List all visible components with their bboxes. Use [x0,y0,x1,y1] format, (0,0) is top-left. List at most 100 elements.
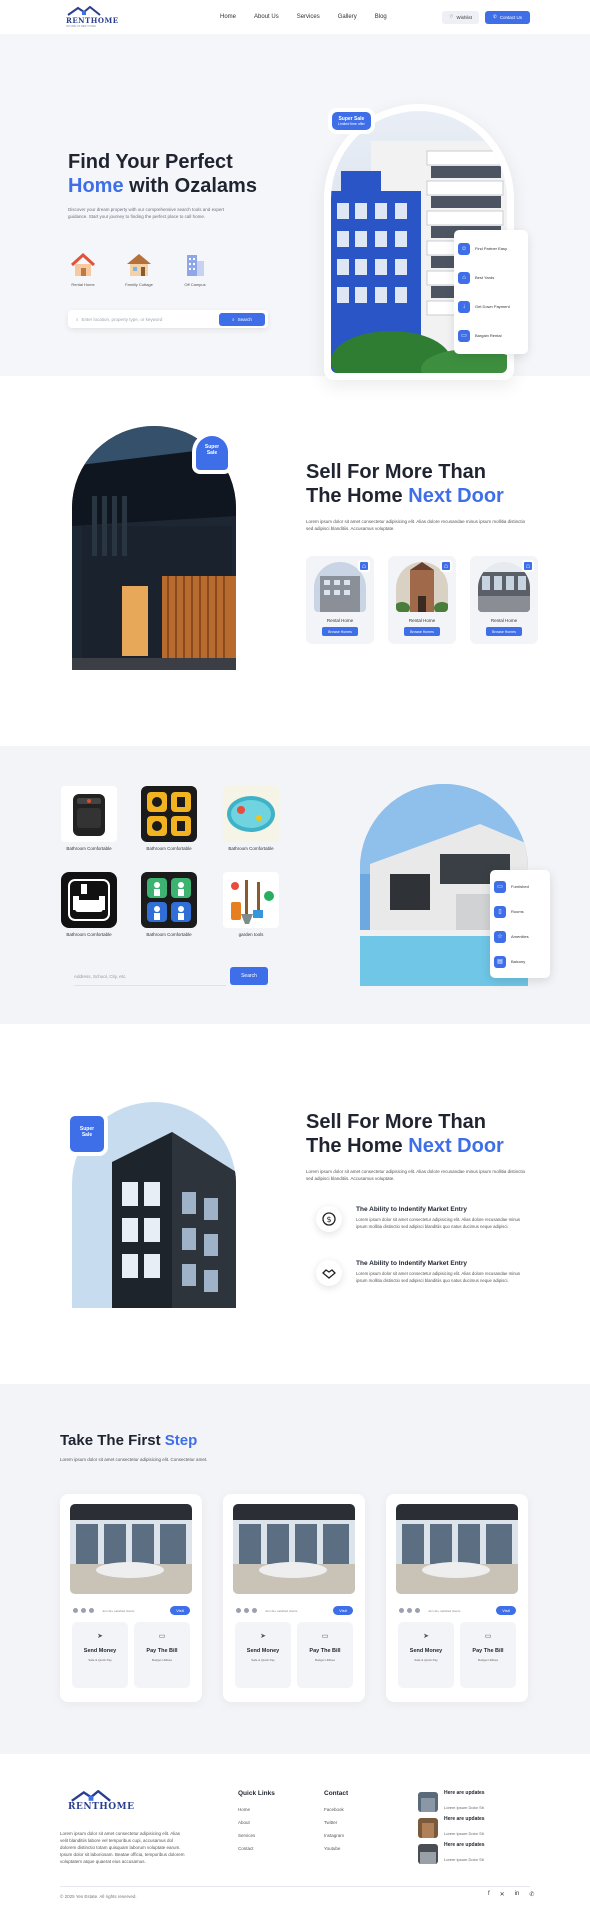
footer-link-instagram[interactable]: Instagram [324,1833,348,1838]
update-subtitle: Lorem Ipsum Dolor Sit [444,1805,484,1810]
filter-item[interactable]: ▭ Furnished [494,874,546,899]
pay-bill-box[interactable]: ▭ Pay The Bill Budget Utilities [297,1622,353,1688]
feature-item[interactable]: ▭ Bargain Rental [458,321,524,350]
hero-section: Find Your Perfect Home with Ozalams Disco… [0,34,590,380]
filter-item[interactable]: ▯ Rooms [494,899,546,924]
avatar [88,1607,95,1614]
logo[interactable]: RENTHOME NATURE OF RENT HOME [66,6,136,28]
tag-title: Super Sale [204,444,220,456]
send-icon: ➤ [97,1633,103,1640]
update-item[interactable]: Here are updates Lorem Ipsum Dolor Sit [418,1790,485,1814]
hero-description: Discover your dream property with our co… [68,207,225,219]
steps-title: Take The First Step [60,1432,198,1449]
feature-item[interactable]: ↓ Get Down Payment [458,292,524,321]
appliance-grid-icon [141,786,197,842]
feature-block: The Ability to Indentify Market Entry Lor… [316,1260,526,1286]
amenity-item[interactable]: Bathroom Comfortable [140,872,198,937]
address-search-button[interactable]: Search [230,967,268,985]
contact-title: Contact [324,1790,349,1797]
nav-gallery[interactable]: Gallery [338,14,357,20]
hero-search-bar: ⌕ Enter location, property type, or keywo… [68,310,268,328]
update-item[interactable]: Here are updates Lorem Ipsum Dolor Sit [418,1842,485,1866]
amenity-item[interactable]: garden tools [222,872,280,937]
category-off-campus[interactable]: Off Campus [178,252,212,287]
avatar [251,1607,258,1614]
send-money-box[interactable]: ➤ Send Money Safe & Quick Pay [235,1622,291,1688]
footer-link-youtube[interactable]: Youtube [324,1846,348,1851]
footer-link-twitter[interactable]: Twitter [324,1820,348,1825]
visit-label: Visit [176,1608,184,1613]
footer-link-services[interactable]: Services [238,1833,275,1838]
feature-item[interactable]: ⌂ Best Yards [458,263,524,292]
amenity-item[interactable]: Bathroom Comfortable [222,786,280,851]
copyright: © 2025 Yes Estate. All rights reserved. [60,1894,137,1899]
footer-logo[interactable]: RENTHOME [68,1790,138,1812]
category-rental-home[interactable]: Rental Home [66,252,100,287]
logo-subtext: NATURE OF RENT HOME [66,25,96,28]
filter-label: Amenities [511,934,529,939]
search-placeholder: Enter location, property type, or keywor… [81,316,163,322]
pay-bill-box[interactable]: ▭ Pay The Bill Budget Utilities [460,1622,516,1688]
filter-item[interactable]: ▤ Balcony [494,949,546,974]
pay-bill-box[interactable]: ▭ Pay The Bill Budget Utilities [134,1622,190,1688]
box-subtitle: Budget Utilities [477,1658,498,1662]
browse-label: Browse Homes [492,629,516,634]
furniture-icon [61,872,117,928]
amenity-label: Bathroom Comfortable [146,932,192,937]
rental-card[interactable]: ⌂ Rental Home Browse Homes [306,556,374,644]
home-icon: ⌂ [358,560,370,572]
footer-logo-text: RENTHOME [68,1802,135,1812]
visit-button[interactable]: Visit [333,1606,353,1615]
amenity-label: Bathroom Comfortable [66,932,112,937]
step-card: Join 2k+ satisfied clients Visit ➤ Send Mo… [60,1494,202,1702]
feature-text: Lorem ipsum dolor sit amet consectetur a… [356,1217,521,1229]
amenity-item[interactable]: Bathroom Comfortable [60,786,118,851]
address-input[interactable]: Address, School, City, etc. [74,968,226,986]
nav-services[interactable]: Services [297,14,320,20]
search-button[interactable]: ⌕ Search [219,312,265,326]
search-input[interactable]: ⌕ Enter location, property type, or keywo… [76,317,219,322]
update-item[interactable]: Here are updates Lorem Ipsum Dolor Sit [418,1816,485,1840]
amenity-item[interactable]: Bathroom Comfortable [60,872,118,937]
footer-link-facebook[interactable]: Facebook [324,1807,348,1812]
nav-about[interactable]: About Us [254,14,279,20]
amenity-label: Bathroom Comfortable [66,846,112,851]
category-family-cottage[interactable]: Familiy Cottage [122,252,156,287]
visit-button[interactable]: Visit [170,1606,190,1615]
visit-button[interactable]: Visit [496,1606,516,1615]
super-sale-tag-3: Super Sale [70,1116,104,1152]
feature-item[interactable]: ☺ Find Partner Easy [458,234,524,263]
update-title: Here are updates [444,1816,485,1822]
contact-button[interactable]: ✆ Contact Us [484,10,530,24]
avatar [406,1607,413,1614]
feature-title: The Ability to Indentify Market Entry [356,1206,467,1213]
footer-link-about[interactable]: About [238,1820,275,1825]
nav-blog[interactable]: Blog [375,14,387,20]
nav-home[interactable]: Home [220,14,236,20]
send-money-box[interactable]: ➤ Send Money Safe & Quick Pay [72,1622,128,1688]
footer-link-home[interactable]: Home [238,1807,275,1812]
browse-button[interactable]: Browse Homes [404,627,440,636]
whatsapp-icon[interactable]: ✆ [529,1891,534,1898]
feature-block: $ The Ability to Indentify Market Entry L… [316,1206,526,1232]
wishlist-button[interactable]: ♡ Wishlist [442,10,479,24]
send-money-box[interactable]: ➤ Send Money Safe & Quick Pay [398,1622,454,1688]
box-title: Send Money [246,1648,280,1654]
super-sale-tag-2: Super Sale [196,436,228,470]
yard-icon: ⌂ [458,271,470,284]
browse-label: Browse Homes [328,629,352,634]
footer-link-contact[interactable]: Contact [238,1846,275,1851]
box-title: Pay The Bill [309,1648,341,1654]
restroom-icon [141,872,197,928]
feature-label: Bargain Rental [475,333,502,338]
building-icon [187,255,204,276]
rental-card[interactable]: ⌂ Rental Home Browse Homes [388,556,456,644]
facebook-icon[interactable]: f [488,1891,490,1898]
linkedin-icon[interactable]: in [515,1891,520,1898]
amenity-item[interactable]: Bathroom Comfortable [140,786,198,851]
browse-button[interactable]: Browse Homes [322,627,358,636]
rental-card[interactable]: ⌂ Rental Home Browse Homes [470,556,538,644]
twitter-icon[interactable]: ✕ [500,1891,505,1898]
browse-button[interactable]: Browse Homes [486,627,522,636]
filter-item[interactable]: ☆ Amenities [494,924,546,949]
